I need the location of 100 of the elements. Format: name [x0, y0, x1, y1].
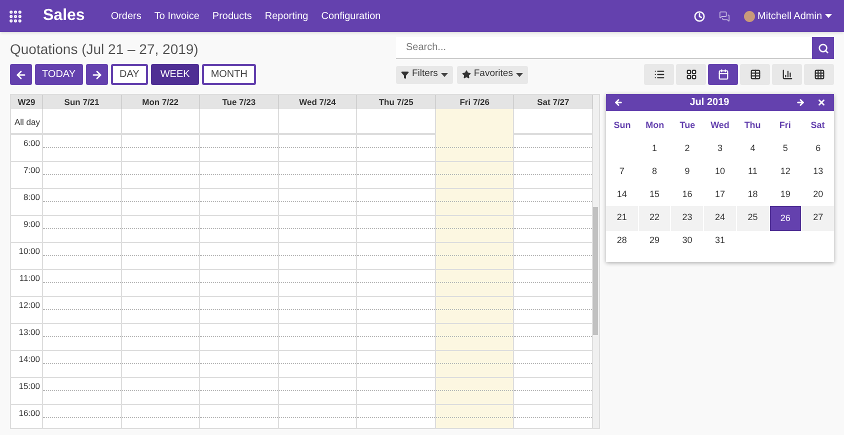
day-cell[interactable]: 26: [770, 206, 802, 230]
day-cell[interactable]: 30: [671, 228, 704, 252]
day-cell[interactable]: 10: [704, 160, 736, 182]
search-field[interactable]: Search...: [396, 37, 812, 59]
filters-button[interactable]: Filters: [396, 66, 453, 84]
time-slot[interactable]: [200, 135, 279, 161]
time-slot[interactable]: [43, 189, 122, 215]
view-switch-button[interactable]: [644, 64, 674, 85]
view-switch-button[interactable]: [676, 64, 706, 85]
time-slot[interactable]: [200, 243, 279, 269]
time-slot[interactable]: [436, 216, 514, 242]
time-slot[interactable]: [43, 243, 122, 269]
time-slot[interactable]: [278, 135, 358, 161]
day-cell[interactable]: 24: [704, 206, 736, 230]
time-slot[interactable]: [200, 378, 279, 404]
menu-item[interactable]: Configuration: [321, 8, 381, 24]
time-slot[interactable]: [122, 162, 200, 188]
time-slot[interactable]: [43, 297, 122, 323]
day-cell[interactable]: 25: [736, 206, 769, 230]
view-switch-button[interactable]: [740, 64, 770, 85]
time-slot[interactable]: [278, 189, 358, 215]
time-slot[interactable]: [278, 297, 358, 323]
time-slot[interactable]: [43, 378, 122, 404]
time-slot[interactable]: [43, 135, 122, 161]
apps-menu-icon[interactable]: [8, 8, 23, 24]
time-slot[interactable]: [278, 405, 358, 428]
day-cell[interactable]: 17: [704, 182, 736, 206]
user-menu[interactable]: Mitchell Admin: [744, 8, 832, 24]
time-slot[interactable]: [436, 297, 514, 323]
time-slot[interactable]: [436, 243, 514, 269]
day-cell[interactable]: 23: [671, 206, 704, 230]
time-slot[interactable]: [278, 162, 358, 188]
time-slot[interactable]: [200, 270, 279, 296]
day-cell[interactable]: 12: [770, 160, 802, 182]
day-cell[interactable]: 9: [671, 160, 704, 182]
previous-button[interactable]: [10, 64, 32, 85]
next-month-icon[interactable]: [796, 98, 805, 107]
day-cell[interactable]: 28: [606, 228, 638, 252]
time-slot[interactable]: [122, 324, 200, 350]
time-slot[interactable]: [200, 216, 279, 242]
time-slot[interactable]: [278, 324, 358, 350]
time-slot[interactable]: [122, 378, 200, 404]
time-slot[interactable]: [43, 405, 122, 428]
day-cell[interactable]: 21: [606, 206, 638, 230]
menu-item[interactable]: Products: [212, 8, 252, 24]
favorites-button[interactable]: Favorites: [456, 66, 528, 84]
close-icon[interactable]: [817, 98, 826, 107]
day-cell[interactable]: 19: [770, 182, 802, 206]
day-cell[interactable]: 5: [770, 136, 802, 160]
time-slot[interactable]: [43, 324, 122, 350]
day-cell[interactable]: 18: [736, 182, 769, 206]
time-slot[interactable]: [278, 243, 358, 269]
menu-item[interactable]: Orders: [110, 8, 142, 24]
menu-item[interactable]: Reporting: [264, 8, 308, 24]
day-cell[interactable]: 7: [606, 160, 638, 182]
scale-button[interactable]: MONTH: [202, 64, 256, 85]
day-cell[interactable]: 31: [704, 228, 736, 252]
today-button[interactable]: TODAY: [35, 64, 83, 85]
day-cell[interactable]: 29: [638, 228, 670, 252]
time-slot[interactable]: [200, 351, 279, 377]
time-slot[interactable]: [43, 162, 122, 188]
day-cell[interactable]: 27: [802, 206, 834, 230]
day-cell[interactable]: 4: [736, 136, 769, 160]
clock-icon[interactable]: [694, 10, 705, 22]
scrollbar[interactable]: [593, 95, 599, 428]
view-switch-button[interactable]: [708, 64, 738, 85]
day-cell[interactable]: 1: [638, 136, 670, 160]
menu-item[interactable]: To Invoice: [154, 8, 200, 24]
time-slot[interactable]: [122, 135, 200, 161]
time-slot[interactable]: [278, 270, 358, 296]
time-slot[interactable]: [436, 405, 514, 428]
day-cell[interactable]: 13: [802, 160, 834, 182]
day-cell[interactable]: 3: [704, 136, 736, 160]
time-slot[interactable]: [200, 162, 279, 188]
time-slot[interactable]: [122, 216, 200, 242]
scale-button[interactable]: WEEK: [151, 64, 199, 85]
view-switch-button[interactable]: [804, 64, 834, 85]
day-cell[interactable]: 11: [736, 160, 769, 182]
time-slot[interactable]: [122, 351, 200, 377]
time-slot[interactable]: [43, 351, 122, 377]
time-slot[interactable]: [122, 297, 200, 323]
time-slot[interactable]: [122, 189, 200, 215]
time-slot[interactable]: [122, 270, 200, 296]
time-slot[interactable]: [278, 378, 358, 404]
chat-icon[interactable]: [718, 10, 730, 22]
time-slot[interactable]: [436, 189, 514, 215]
time-slot[interactable]: [122, 405, 200, 428]
time-slot[interactable]: [436, 378, 514, 404]
scale-button[interactable]: DAY: [110, 64, 148, 85]
time-slot[interactable]: [200, 297, 279, 323]
time-slot[interactable]: [278, 216, 358, 242]
time-slot[interactable]: [200, 405, 279, 428]
time-slot[interactable]: [200, 189, 279, 215]
day-cell[interactable]: 22: [638, 206, 670, 230]
day-cell[interactable]: 20: [802, 182, 834, 206]
day-cell[interactable]: 8: [638, 160, 670, 182]
all-day-cell[interactable]: [436, 109, 514, 135]
time-slot[interactable]: [436, 351, 514, 377]
time-slot[interactable]: [436, 324, 514, 350]
time-slot[interactable]: [43, 270, 122, 296]
